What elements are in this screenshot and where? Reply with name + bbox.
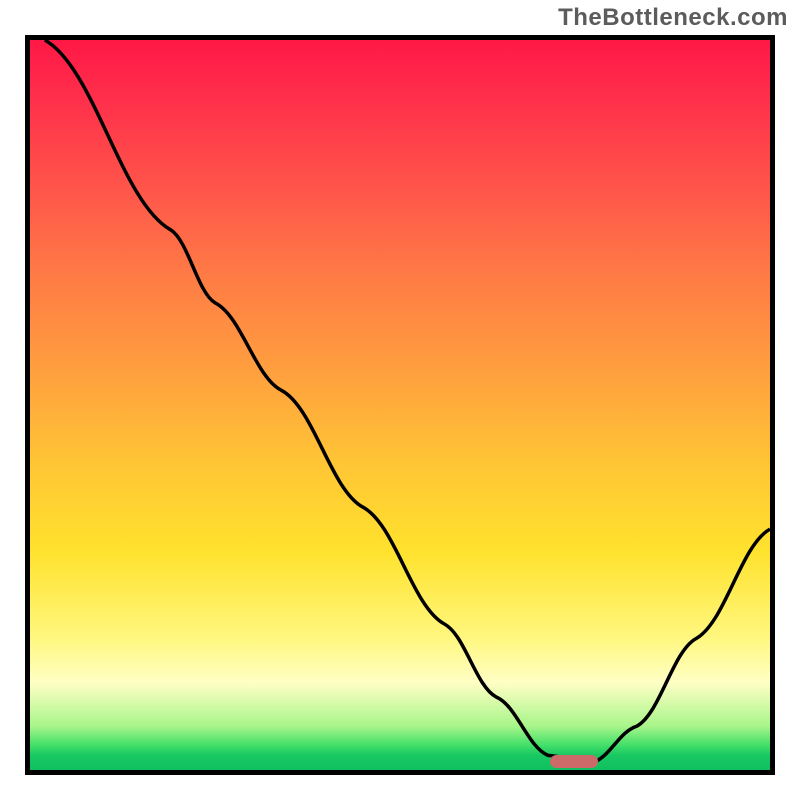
- optimal-marker: [550, 755, 598, 768]
- chart-container: TheBottleneck.com: [0, 0, 800, 800]
- plot-area: [25, 35, 775, 775]
- watermark-text: TheBottleneck.com: [558, 4, 788, 32]
- curve-path: [45, 40, 770, 763]
- bottleneck-curve: [30, 40, 770, 770]
